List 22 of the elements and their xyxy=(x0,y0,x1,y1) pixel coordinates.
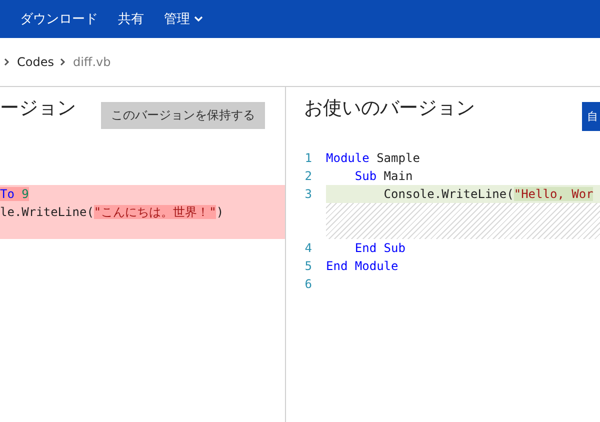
keep-version-button[interactable]: このバージョンを保持する xyxy=(101,102,265,129)
line-number: 1 xyxy=(304,150,313,167)
nav-link[interactable]: 共有 xyxy=(118,10,144,28)
breadcrumb-link[interactable]: Codes xyxy=(17,55,54,69)
pane-title: ージョン xyxy=(0,96,76,121)
code-line: Sub Main xyxy=(354,168,414,185)
code-line: Module Sample xyxy=(326,150,421,167)
nav-link[interactable]: 管理 xyxy=(164,10,203,28)
breadcrumb-link[interactable]: diff.vb xyxy=(72,55,111,69)
code-line: End Module xyxy=(326,258,400,275)
accept-button[interactable]: 自 xyxy=(582,102,600,131)
line-number: 2 xyxy=(304,168,313,185)
line-number: 3 xyxy=(304,186,313,203)
chevron-icon xyxy=(60,58,67,66)
line-number: 5 xyxy=(304,258,313,275)
caret-icon xyxy=(194,16,203,22)
pane-title: お使いのバージョン xyxy=(304,96,475,121)
nav-link[interactable]: ダウンロード xyxy=(20,10,98,28)
chevron-icon xyxy=(4,58,11,66)
line-number: 4 xyxy=(304,240,313,257)
code-line: End Sub xyxy=(354,240,406,257)
line-number: 6 xyxy=(304,276,313,293)
